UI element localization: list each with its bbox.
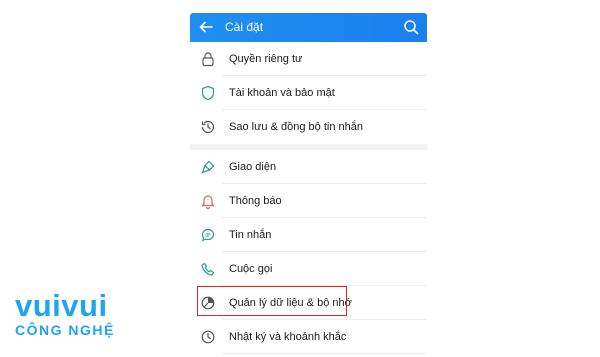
settings-item-appearance[interactable]: Giao diện bbox=[190, 150, 427, 184]
settings-item-privacy[interactable]: Quyền riêng tư bbox=[190, 42, 427, 76]
settings-item-label: Cuộc gọi bbox=[229, 263, 273, 275]
divider bbox=[222, 353, 427, 354]
settings-item-label: Tin nhắn bbox=[229, 229, 272, 241]
clock-icon bbox=[201, 330, 215, 344]
logo-line-1: vuivui bbox=[15, 288, 108, 323]
lock-icon bbox=[202, 52, 214, 67]
settings-item-label: Tài khoản và bảo mật bbox=[229, 87, 335, 99]
app-header: Cài đặt bbox=[190, 13, 427, 42]
settings-item-label: Quyền riêng tư bbox=[229, 53, 303, 65]
settings-item-account-security[interactable]: Tài khoản và bảo mật bbox=[190, 76, 427, 110]
page-title: Cài đặt bbox=[225, 20, 264, 34]
settings-item-diary-moments[interactable]: Nhật ký và khoảnh khắc bbox=[190, 320, 427, 354]
settings-item-label: Nhật ký và khoảnh khắc bbox=[229, 331, 347, 343]
settings-item-calls[interactable]: Cuộc gọi bbox=[190, 252, 427, 286]
shield-icon bbox=[201, 85, 215, 101]
phone-icon bbox=[201, 262, 215, 276]
settings-item-messages[interactable]: Tin nhắn bbox=[190, 218, 427, 252]
arrow-left-icon[interactable] bbox=[198, 19, 214, 35]
brush-icon bbox=[201, 160, 215, 174]
search-icon[interactable] bbox=[403, 19, 419, 35]
history-icon bbox=[201, 120, 215, 134]
logo-line-2: CÔNG NGHỆ bbox=[15, 322, 115, 338]
settings-item-label: Giao diện bbox=[229, 161, 277, 173]
bell-icon bbox=[201, 195, 215, 209]
settings-item-backup-sync[interactable]: Sao lưu & đồng bộ tin nhắn bbox=[190, 110, 427, 144]
settings-item-label: Thông báo bbox=[229, 195, 282, 207]
settings-item-label: Sao lưu & đồng bộ tin nhắn bbox=[229, 121, 363, 133]
watermark-logo: vuivui CÔNG NGHỆ bbox=[15, 290, 115, 338]
chat-icon bbox=[201, 228, 215, 242]
settings-item-notifications[interactable]: Thông báo bbox=[190, 184, 427, 218]
highlight-box bbox=[197, 286, 347, 316]
